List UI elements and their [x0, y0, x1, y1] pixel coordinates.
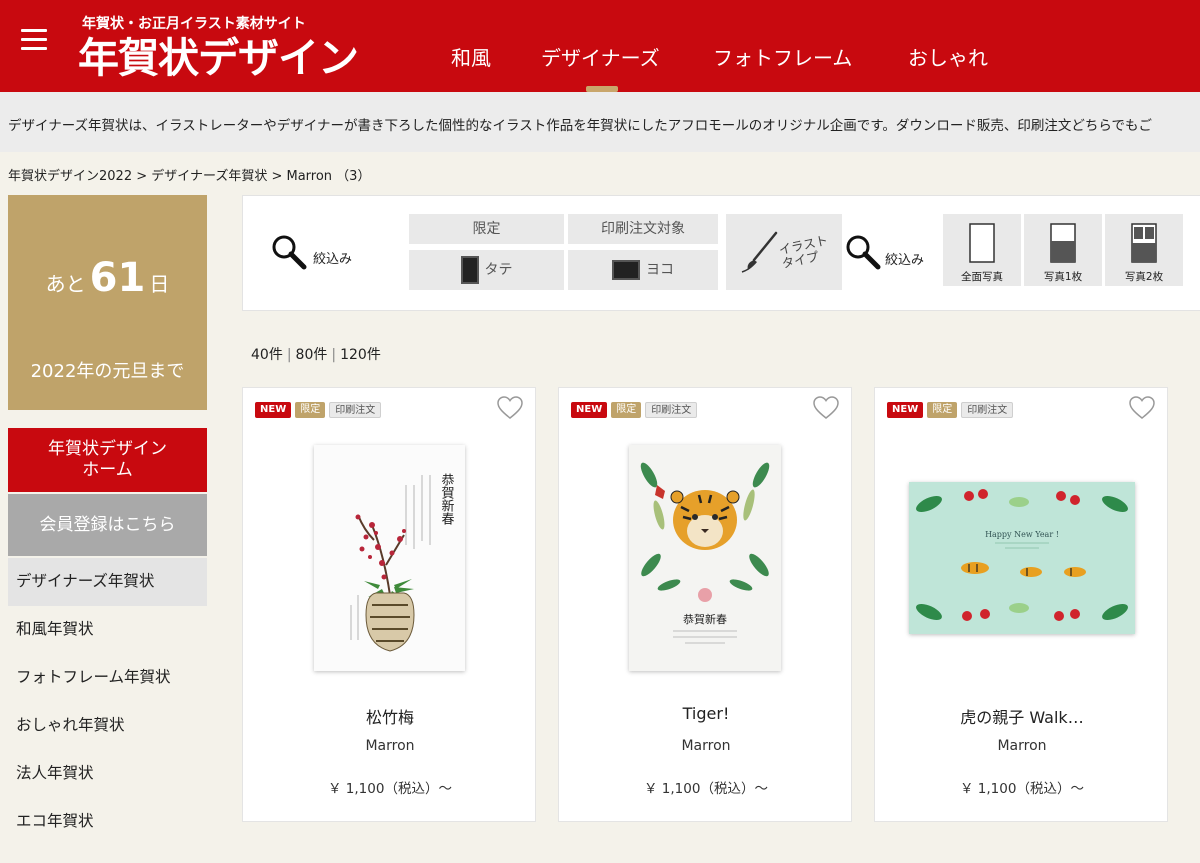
hamburger-menu-icon[interactable] — [21, 29, 47, 51]
tiger-wreath-card-image: 恭賀新春 — [629, 445, 781, 671]
filter-bar: 絞込み 限定 印刷注文対象 タテ ヨコ イラスト タイプ 絞込み 全面写真 写真… — [242, 195, 1200, 311]
product-title[interactable]: Tiger! — [559, 704, 853, 723]
nav-oshare[interactable]: おしゃれ — [908, 42, 988, 71]
filter-limited[interactable]: 限定 — [409, 214, 564, 244]
badge-new: NEW — [255, 402, 292, 418]
brush-icon — [741, 231, 778, 273]
countdown-caption: 2022年の元旦まで — [30, 361, 185, 382]
plum-vase-card-image: 恭賀新春 — [314, 445, 465, 671]
product-author[interactable]: Marron — [559, 738, 853, 754]
per-page-40[interactable]: 40件 — [251, 347, 283, 363]
product-title[interactable]: 虎の親子 Walk… — [875, 704, 1169, 728]
filter-print-target[interactable]: 印刷注文対象 — [568, 214, 718, 244]
favorite-heart-icon[interactable] — [497, 396, 523, 420]
per-page-selector: 40件 | 80件 | 120件 — [251, 344, 381, 364]
product-author[interactable]: Marron — [243, 738, 537, 754]
site-header: 年賀状・お正月イラスト素材サイト 年賀状デザイン 和風 デザイナーズ フォトフレ… — [0, 0, 1200, 92]
plum-vase-illustration: 恭賀新春 — [350, 473, 455, 652]
tiger-family-illustration: Happy New Year ! — [916, 489, 1128, 621]
filter-photo-search-label[interactable]: 絞込み — [885, 249, 924, 268]
product-card[interactable]: NEW 限定 印刷注文 Happy New Year ! 虎の親子 Walk… … — [874, 387, 1168, 822]
filter-illust-type-label: イラスト タイプ — [777, 232, 830, 272]
full-photo-icon — [969, 223, 995, 263]
filter-full-photo[interactable]: 全面写真 — [943, 214, 1021, 286]
card3-greeting: Happy New Year ! — [985, 530, 1059, 539]
landscape-card-icon — [612, 260, 640, 280]
sidebar-item-oshare[interactable]: おしゃれ年賀状 — [8, 702, 207, 750]
new-year-countdown: あと 61 日 2022年の元旦まで — [8, 195, 207, 410]
favorite-heart-icon[interactable] — [1129, 396, 1155, 420]
search-icon[interactable] — [271, 234, 307, 270]
tiger-family-card-image: Happy New Year ! — [909, 482, 1135, 634]
filter-one-photo-label: 写真1枚 — [1043, 271, 1083, 283]
sidebar-home-button[interactable]: 年賀状デザイン ホーム — [8, 428, 207, 492]
filter-illust-type[interactable]: イラスト タイプ — [726, 214, 842, 290]
badge-limited: 限定 — [295, 402, 326, 418]
card1-vertical-title: 恭賀新春 — [439, 473, 455, 525]
badge-limited: 限定 — [927, 402, 958, 418]
badge-print: 印刷注文 — [329, 402, 382, 418]
filter-portrait[interactable]: タテ — [409, 250, 564, 290]
sidebar-item-wafu[interactable]: 和風年賀状 — [8, 606, 207, 654]
product-author[interactable]: Marron — [875, 738, 1169, 754]
product-price: ￥ 1,100（税込）～ — [328, 781, 452, 797]
breadcrumb[interactable]: 年賀状デザイン2022 > デザイナーズ年賀状 > Marron （3） — [8, 165, 370, 184]
sidebar-item-corporate[interactable]: 法人年賀状 — [8, 750, 207, 798]
badge-new: NEW — [571, 402, 608, 418]
product-title[interactable]: 松竹梅 — [243, 704, 537, 728]
countdown-prefix: あと — [45, 272, 86, 296]
site-tagline: 年賀状・お正月イラスト素材サイト — [82, 16, 306, 32]
filter-portrait-label: タテ — [484, 262, 513, 278]
filter-landscape-label: ヨコ — [646, 262, 674, 278]
search-icon-photo[interactable] — [845, 234, 881, 270]
per-page-120[interactable]: 120件 — [340, 347, 381, 363]
sidebar-category-list: デザイナーズ年賀状 和風年賀状 フォトフレーム年賀状 おしゃれ年賀状 法人年賀状… — [8, 558, 207, 846]
two-photo-icon — [1131, 223, 1157, 263]
favorite-heart-icon[interactable] — [813, 396, 839, 420]
badge-print: 印刷注文 — [961, 402, 1014, 418]
countdown-days: 61 — [89, 255, 146, 301]
product-card[interactable]: NEW 限定 印刷注文 恭賀新春 Tiger! Marron ￥ 1,100（税… — [558, 387, 852, 822]
filter-two-photo-label: 写真2枚 — [1124, 271, 1164, 283]
product-price: ￥ 1,100（税込）～ — [644, 781, 768, 797]
badge-limited: 限定 — [611, 402, 642, 418]
sidebar-register-button[interactable]: 会員登録はこちら — [8, 494, 207, 556]
tiger-wreath-illustration: 恭賀新春 — [640, 462, 770, 644]
badge-print: 印刷注文 — [645, 402, 698, 418]
portrait-card-icon — [460, 256, 479, 284]
countdown-suffix: 日 — [149, 272, 170, 296]
filter-two-photo[interactable]: 写真2枚 — [1105, 214, 1183, 286]
site-logo[interactable]: 年賀状デザイン — [78, 33, 359, 83]
per-page-separator: | — [286, 347, 292, 363]
per-page-separator: | — [331, 347, 337, 363]
filter-landscape[interactable]: ヨコ — [568, 250, 718, 290]
filter-one-photo[interactable]: 写真1枚 — [1024, 214, 1102, 286]
countdown-days-line: あと 61 日 — [8, 255, 207, 301]
card2-title: 恭賀新春 — [683, 612, 727, 626]
nav-wafu[interactable]: 和風 — [451, 42, 491, 71]
sidebar-item-photo-frame[interactable]: フォトフレーム年賀状 — [8, 654, 207, 702]
sidebar-home-label: 年賀状デザイン ホーム — [48, 439, 167, 480]
intro-banner: デザイナーズ年賀状は、イラストレーターやデザイナーが書き下ろした個性的なイラスト… — [0, 92, 1200, 152]
badge-new: NEW — [887, 402, 924, 418]
product-card[interactable]: NEW 限定 印刷注文 恭賀新春 松竹梅 Marron ￥ 1,100（税込）～ — [242, 387, 536, 822]
nav-photo-frame[interactable]: フォトフレーム — [713, 42, 852, 71]
per-page-80[interactable]: 80件 — [296, 347, 328, 363]
filter-full-photo-label: 全面写真 — [961, 271, 1003, 283]
badge-group: NEW 限定 印刷注文 — [571, 402, 701, 421]
intro-text: デザイナーズ年賀状は、イラストレーターやデザイナーが書き下ろした個性的なイラスト… — [8, 118, 1152, 134]
nav-designers[interactable]: デザイナーズ — [541, 42, 660, 71]
one-photo-icon — [1050, 223, 1076, 263]
filter-search-label[interactable]: 絞込み — [313, 248, 352, 267]
badge-group: NEW 限定 印刷注文 — [887, 402, 1017, 421]
badge-group: NEW 限定 印刷注文 — [255, 402, 385, 421]
product-price: ￥ 1,100（税込）～ — [960, 781, 1084, 797]
sidebar-item-eco[interactable]: エコ年賀状 — [8, 798, 207, 846]
sidebar-item-designers[interactable]: デザイナーズ年賀状 — [8, 558, 207, 606]
